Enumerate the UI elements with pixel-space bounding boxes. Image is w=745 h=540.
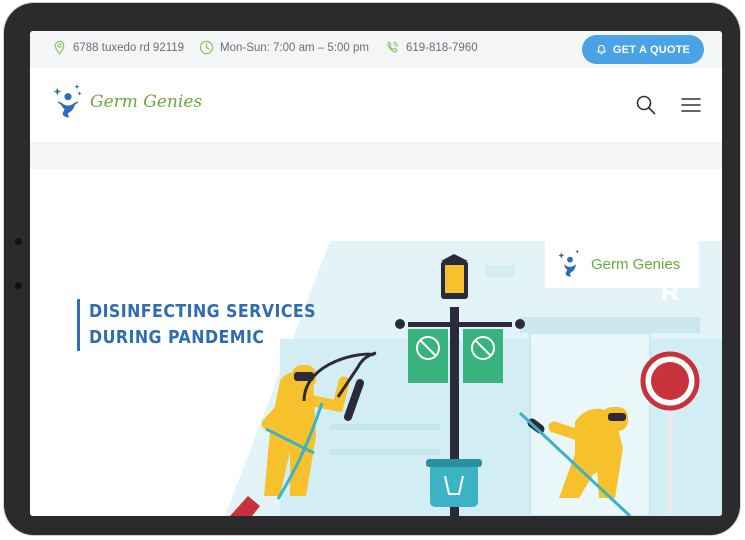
badge-text: Germ Genies bbox=[591, 255, 681, 273]
logo-text: Germ Genies bbox=[90, 92, 203, 112]
genie-logo-icon bbox=[53, 84, 82, 118]
site-logo[interactable]: Germ Genies bbox=[52, 82, 202, 122]
address-text: 6788 tuxedo rd 92119 bbox=[73, 41, 185, 54]
sensor-dot bbox=[15, 282, 22, 289]
site-header: Germ Genies bbox=[30, 68, 722, 142]
phone-icon bbox=[387, 41, 399, 53]
bell-icon bbox=[597, 44, 606, 55]
phone-item[interactable]: 619-818-7960 bbox=[385, 40, 478, 55]
address-item[interactable]: 6788 tuxedo rd 92119 bbox=[52, 40, 184, 55]
hero-section: DISINFECTING SERVICES DURING PANDEMIC Ge… bbox=[30, 169, 722, 516]
get-a-quote-label: GET A QUOTE bbox=[612, 43, 691, 56]
location-icon bbox=[54, 40, 65, 55]
genie-logo-icon bbox=[558, 249, 580, 277]
clock-icon bbox=[199, 40, 214, 55]
parking-sign-letter: R bbox=[661, 279, 679, 306]
top-info-bar: 6788 tuxedo rd 92119 Mon-Sun: 7:00 am – … bbox=[30, 31, 722, 68]
get-a-quote-button[interactable]: GET A QUOTE bbox=[582, 35, 704, 64]
trash-can bbox=[430, 463, 478, 507]
phone-text: 619-818-7960 bbox=[406, 41, 478, 54]
camera-dot bbox=[15, 238, 22, 245]
parking-sign-post bbox=[667, 409, 673, 516]
menu-icon[interactable] bbox=[679, 93, 703, 117]
hero-headline: DISINFECTING SERVICES DURING PANDEMIC bbox=[77, 299, 347, 351]
hours-item: Mon-Sun: 7:00 am – 5:00 pm bbox=[199, 40, 369, 55]
tablet-frame: 6788 tuxedo rd 92119 Mon-Sun: 7:00 am – … bbox=[4, 3, 740, 535]
hero-line-2: DURING PANDEMIC bbox=[89, 327, 265, 348]
header-gray-band bbox=[30, 142, 722, 169]
screen: 6788 tuxedo rd 92119 Mon-Sun: 7:00 am – … bbox=[30, 31, 722, 516]
hours-text: Mon-Sun: 7:00 am – 5:00 pm bbox=[220, 41, 369, 54]
search-icon[interactable] bbox=[634, 93, 658, 117]
hero-line-1: DISINFECTING SERVICES bbox=[89, 301, 317, 322]
